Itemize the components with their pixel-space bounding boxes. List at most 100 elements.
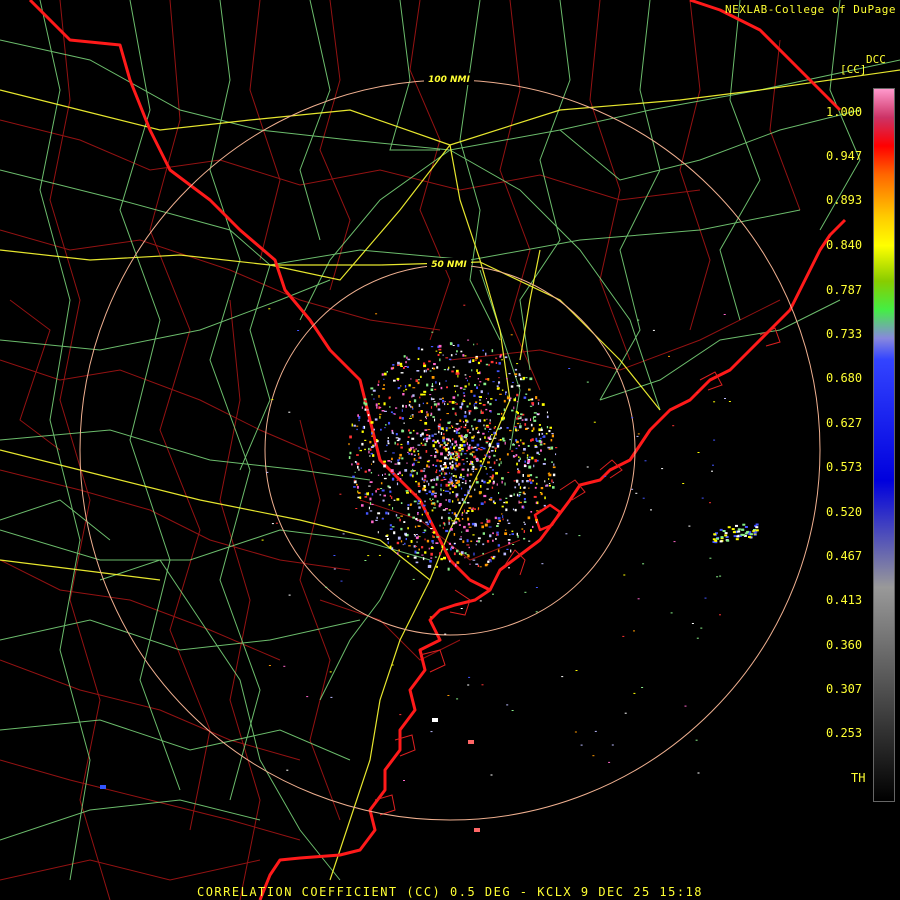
echo-pixel: [386, 534, 389, 536]
echo-pixel: [410, 405, 412, 408]
echo-pixel: [531, 429, 534, 432]
echo-pixel: [493, 431, 495, 435]
echo-pixel: [523, 493, 526, 495]
echo-pixel: [416, 551, 420, 554]
echo-pixel: [391, 526, 395, 528]
echo-pixel: [364, 408, 367, 411]
echo-pixel: [501, 513, 503, 515]
legend-tick: 0.520: [826, 505, 863, 519]
echo-pixel: [433, 478, 436, 481]
echo-pixel: [396, 439, 400, 442]
echo-pixel: [488, 455, 491, 458]
echo-pixel: [504, 529, 507, 531]
echo-pixel: [490, 360, 494, 364]
echo-pixel: [543, 435, 546, 438]
echo-pixel: [498, 381, 501, 384]
echo-pixel: [413, 454, 416, 456]
echo-pixel: [368, 485, 371, 487]
echo-pixel: [447, 368, 449, 371]
echo-pixel: [439, 460, 442, 463]
echo-pixel: [379, 415, 381, 419]
echo-pixel: [469, 485, 472, 489]
echo-pixel: [484, 427, 486, 430]
coastal-marsh: [374, 327, 781, 816]
echo-pixel: [476, 343, 478, 345]
echo-pixel: [454, 440, 457, 444]
echo-pixel: [449, 342, 453, 346]
echo-pixel: [520, 439, 522, 442]
echo-pixel: [465, 438, 468, 440]
echo-pixel: [533, 412, 537, 414]
echo-pixel: [361, 442, 364, 446]
echo-pixel: [523, 537, 526, 540]
echo-pixel: [397, 459, 399, 462]
echo-pixel: [441, 472, 443, 475]
echo-pixel: [742, 523, 746, 526]
echo-pixel: [432, 718, 438, 722]
echo-pixel: [358, 419, 360, 422]
echo-pixel: [457, 455, 460, 457]
echo-pixel: [495, 357, 498, 359]
echo-pixel: [473, 435, 475, 438]
echo-pixel: [502, 518, 504, 521]
echo-pixel: [516, 440, 519, 444]
echo-pixel: [534, 459, 537, 463]
echo-pixel: [534, 486, 537, 489]
echo-pixel: [515, 428, 517, 432]
range-rings: [79, 79, 821, 821]
echo-pixel: [511, 381, 514, 383]
echo-pixel: [491, 446, 495, 448]
echo-pixel: [442, 400, 445, 403]
echo-pixel: [465, 440, 467, 442]
echo-pixel: [492, 532, 494, 535]
echo-pixel: [513, 493, 515, 496]
legend-tick: 0.253: [826, 726, 863, 740]
echo-pixel: [474, 468, 478, 470]
echo-pixel: [381, 517, 384, 520]
legend-tick: 0.947: [826, 149, 863, 163]
echo-pixel: [438, 469, 441, 472]
echo-pixel: [348, 443, 350, 446]
echo-pixel: [462, 436, 466, 438]
echo-pixel: [387, 440, 390, 443]
echo-pixel: [435, 350, 438, 352]
echo-pixel: [493, 555, 496, 558]
echo-pixel: [283, 665, 286, 667]
echo-pixel: [407, 555, 410, 558]
echo-pixel: [496, 533, 498, 536]
echo-pixel: [428, 547, 430, 550]
echo-pixel: [642, 563, 645, 565]
echo-pixel: [561, 676, 564, 678]
echo-pixel: [456, 452, 458, 456]
echo-pixel: [641, 687, 644, 688]
echo-pixel: [447, 438, 450, 442]
echo-pixel: [432, 416, 435, 418]
echo-pixel: [368, 447, 370, 451]
echo-pixel: [457, 498, 459, 501]
echo-pixel: [488, 559, 491, 561]
echo-pixel: [477, 537, 481, 540]
echo-pixel: [447, 695, 450, 696]
echo-pixel: [384, 473, 386, 475]
echo-pixel: [483, 466, 486, 467]
echo-pixel: [450, 547, 452, 551]
echo-pixel: [448, 358, 452, 361]
echo-pixel: [372, 445, 375, 447]
echo-pixel: [469, 480, 471, 482]
echo-pixel: [451, 401, 455, 404]
echo-pixel: [475, 355, 478, 358]
echo-pixel: [480, 390, 483, 394]
echo-pixel: [519, 486, 522, 489]
echo-pixel: [268, 308, 271, 310]
echo-pixel: [377, 512, 381, 515]
echo-pixel: [419, 536, 421, 538]
echo-pixel: [523, 448, 526, 451]
echo-pixel: [396, 498, 400, 501]
echo-pixel: [697, 452, 700, 453]
echo-pixel: [509, 534, 511, 536]
echo-pixel: [455, 385, 459, 387]
echo-pixel: [436, 565, 438, 568]
echo-pixel: [417, 358, 420, 360]
echo-pixel: [461, 531, 463, 533]
echo-pixel: [417, 347, 420, 350]
